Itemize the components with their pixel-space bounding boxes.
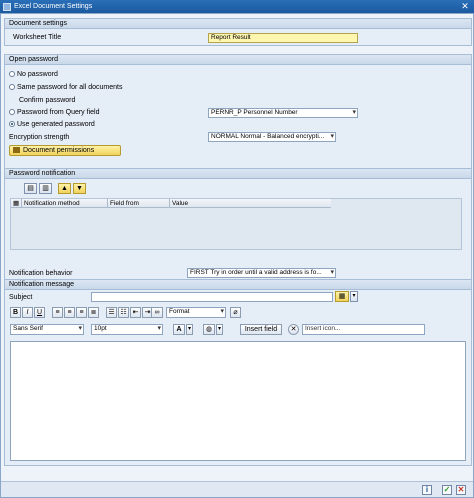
bullet-list-icon[interactable]: ☰ <box>106 307 117 318</box>
query-field-dropdown[interactable]: PERNR_P Personnel Number <box>208 108 358 118</box>
radio-label: No password <box>17 71 58 78</box>
font-size-dropdown[interactable]: 10pt <box>91 324 163 335</box>
move-down-icon[interactable]: ▼ <box>73 183 86 194</box>
info-icon[interactable]: i <box>422 485 432 495</box>
insert-icon-field[interactable]: Insert icon... <box>302 324 425 335</box>
field-picker-icon[interactable]: ▦ <box>335 291 349 302</box>
radio-label: Use generated password <box>17 121 95 128</box>
subject-label: Subject <box>9 294 33 301</box>
italic-icon[interactable]: I <box>22 307 33 318</box>
cancel-icon[interactable]: ✕ <box>456 485 466 495</box>
confirm-password-label: Confirm password <box>19 97 76 104</box>
password-notification-group: Password notification ▤ ▥ ▲ ▼ ▦ Notifica… <box>4 168 472 280</box>
radio-button-selected[interactable] <box>9 121 15 127</box>
notification-message-group: Notification message Subject ▦ ▾ B I U ≡… <box>4 279 472 466</box>
worksheet-title-label: Worksheet Title <box>13 34 62 41</box>
password-notification-header: Password notification <box>5 169 471 179</box>
format-dropdown[interactable]: Format <box>166 307 226 318</box>
underline-icon[interactable]: U <box>34 307 45 318</box>
radio-no-password[interactable]: No password <box>9 70 58 80</box>
dialog-window: Document settings Worksheet Title Report… <box>0 13 474 498</box>
move-up-icon[interactable]: ▲ <box>58 183 71 194</box>
notification-behavior-dropdown[interactable]: FIRST Try in order until a valid address… <box>187 268 336 278</box>
align-center-icon[interactable]: ≡ <box>64 307 75 318</box>
window-icon <box>3 2 11 11</box>
radio-same-password[interactable]: Same password for all documents <box>9 83 122 93</box>
open-password-header: Open password <box>5 55 471 65</box>
font-color-dropdown-icon[interactable]: ▾ <box>186 324 193 335</box>
column-value[interactable]: Value <box>170 199 331 208</box>
window-title: Excel Document Settings <box>14 3 93 10</box>
document-permissions-label: Document permissions <box>23 147 95 154</box>
radio-button[interactable] <box>9 109 15 115</box>
encryption-strength-dropdown[interactable]: NORMAL Normal - Balanced encrypti... <box>208 132 336 142</box>
subject-input[interactable] <box>91 292 333 302</box>
highlight-color-dropdown-icon[interactable]: ▾ <box>216 324 223 335</box>
table-header: ▦ Notification method Field from Value <box>11 199 331 208</box>
key-icon <box>13 147 20 153</box>
column-field-from[interactable]: Field from <box>108 199 170 208</box>
worksheet-title-field[interactable]: Report Result <box>208 33 358 43</box>
notification-table: ▦ Notification method Field from Value <box>10 198 462 250</box>
align-right-icon[interactable]: ≡ <box>76 307 87 318</box>
link-icon[interactable]: ∞ <box>151 307 163 318</box>
radio-generated-password[interactable]: Use generated password <box>9 120 95 130</box>
insert-row-icon[interactable]: ▤ <box>24 183 37 194</box>
remove-icon[interactable]: ✕ <box>288 324 299 335</box>
select-all-icon[interactable]: ▦ <box>11 199 22 208</box>
encryption-strength-label: Encryption strength <box>9 134 70 141</box>
radio-button[interactable] <box>9 71 15 77</box>
action-bar: i ✓ ✕ <box>1 481 473 497</box>
radio-label: Password from Query field <box>17 109 100 116</box>
field-picker-dropdown-icon[interactable]: ▾ <box>350 291 358 302</box>
clear-format-icon[interactable]: ⌀ <box>230 307 241 318</box>
title-bar: Excel Document Settings ✕ <box>0 0 474 13</box>
outdent-icon[interactable]: ⇤ <box>130 307 141 318</box>
notification-behavior-label: Notification behavior <box>9 270 73 277</box>
accept-icon[interactable]: ✓ <box>442 485 452 495</box>
numbered-list-icon[interactable]: ☷ <box>118 307 129 318</box>
bold-icon[interactable]: B <box>10 307 21 318</box>
column-notification-method[interactable]: Notification method <box>22 199 108 208</box>
open-password-group: Open password No password Same password … <box>4 54 472 169</box>
radio-label: Same password for all documents <box>17 84 123 91</box>
justify-icon[interactable]: ≣ <box>88 307 99 318</box>
close-icon[interactable]: ✕ <box>459 1 471 11</box>
align-left-icon[interactable]: ≡ <box>52 307 63 318</box>
delete-row-icon[interactable]: ▥ <box>39 183 52 194</box>
radio-button[interactable] <box>9 84 15 90</box>
insert-field-button[interactable]: Insert field <box>240 324 282 335</box>
document-settings-header: Document settings <box>5 19 471 29</box>
document-settings-group: Document settings Worksheet Title Report… <box>4 18 472 46</box>
message-body-editor[interactable] <box>10 341 466 461</box>
highlight-color-icon[interactable]: ◍ <box>203 324 215 335</box>
document-permissions-button[interactable]: Document permissions <box>9 145 121 156</box>
font-family-dropdown[interactable]: Sans Serif <box>10 324 84 335</box>
radio-query-field[interactable]: Password from Query field <box>9 108 99 118</box>
font-color-icon[interactable]: A <box>173 324 185 335</box>
notification-message-header: Notification message <box>5 280 471 290</box>
